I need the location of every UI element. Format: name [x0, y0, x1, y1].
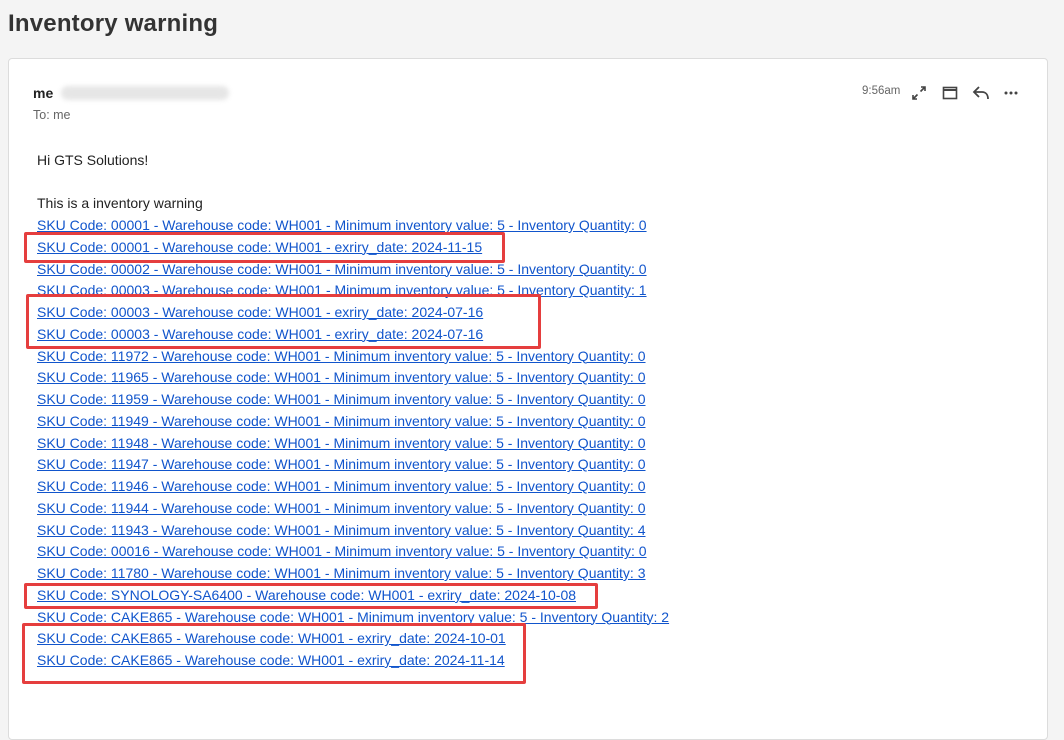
list-item: SKU Code: 11959 - Warehouse code: WH001 … — [37, 389, 669, 411]
inventory-link[interactable]: SKU Code: 11959 - Warehouse code: WH001 … — [37, 391, 646, 407]
inventory-link[interactable]: SKU Code: 00001 - Warehouse code: WH001 … — [37, 239, 482, 255]
inventory-link[interactable]: SKU Code: CAKE865 - Warehouse code: WH00… — [37, 652, 505, 668]
list-item: SKU Code: 00016 - Warehouse code: WH001 … — [37, 541, 669, 563]
inventory-link[interactable]: SKU Code: 11949 - Warehouse code: WH001 … — [37, 413, 646, 429]
inventory-link[interactable]: SKU Code: 11780 - Warehouse code: WH001 … — [37, 565, 646, 581]
inventory-link[interactable]: SKU Code: 11947 - Warehouse code: WH001 … — [37, 456, 646, 472]
inventory-link[interactable]: SKU Code: 00002 - Warehouse code: WH001 … — [37, 261, 647, 277]
inventory-link[interactable]: SKU Code: 11965 - Warehouse code: WH001 … — [37, 369, 646, 385]
list-item: SKU Code: 00003 - Warehouse code: WH001 … — [37, 324, 669, 346]
list-item: SKU Code: 11946 - Warehouse code: WH001 … — [37, 476, 669, 498]
email-greeting: Hi GTS Solutions! — [37, 152, 149, 168]
inventory-link[interactable]: SKU Code: 11946 - Warehouse code: WH001 … — [37, 478, 646, 494]
list-item: SKU Code: 00003 - Warehouse code: WH001 … — [37, 302, 669, 324]
inventory-warning-list: SKU Code: 00001 - Warehouse code: WH001 … — [37, 215, 669, 672]
inventory-link[interactable]: SKU Code: 00003 - Warehouse code: WH001 … — [37, 304, 483, 320]
inventory-link[interactable]: SKU Code: 00001 - Warehouse code: WH001 … — [37, 217, 647, 233]
list-item: SKU Code: CAKE865 - Warehouse code: WH00… — [37, 650, 669, 672]
inventory-link[interactable]: SKU Code: 00016 - Warehouse code: WH001 … — [37, 543, 647, 559]
list-item: SKU Code: 11948 - Warehouse code: WH001 … — [37, 433, 669, 455]
list-item: SKU Code: CAKE865 - Warehouse code: WH00… — [37, 628, 669, 650]
list-item: SKU Code: 11972 - Warehouse code: WH001 … — [37, 346, 669, 368]
list-item: SKU Code: 11965 - Warehouse code: WH001 … — [37, 367, 669, 389]
list-item: SKU Code: 00001 - Warehouse code: WH001 … — [37, 215, 669, 237]
sender-name[interactable]: me — [33, 85, 53, 101]
page-title: Inventory warning — [8, 10, 219, 37]
list-item: SKU Code: 00002 - Warehouse code: WH001 … — [37, 259, 669, 281]
inventory-link[interactable]: SKU Code: SYNOLOGY-SA6400 - Warehouse co… — [37, 587, 576, 603]
sender-email-redacted — [61, 86, 229, 100]
popout-window-icon[interactable] — [940, 83, 960, 103]
recipient-line: To: me — [33, 108, 71, 122]
inventory-link[interactable]: SKU Code: 00003 - Warehouse code: WH001 … — [37, 326, 483, 342]
email-message: me To: me 9:56am Hi GTS Solutions! This … — [8, 58, 1048, 740]
list-item: SKU Code: 00001 - Warehouse code: WH001 … — [37, 237, 669, 259]
list-item: SKU Code: CAKE865 - Warehouse code: WH00… — [37, 607, 669, 629]
list-item: SKU Code: 11780 - Warehouse code: WH001 … — [37, 563, 669, 585]
list-item: SKU Code: 11943 - Warehouse code: WH001 … — [37, 520, 669, 542]
message-time: 9:56am — [862, 85, 901, 97]
inventory-link[interactable]: SKU Code: 00003 - Warehouse code: WH001 … — [37, 282, 647, 298]
inventory-link[interactable]: SKU Code: CAKE865 - Warehouse code: WH00… — [37, 630, 506, 646]
list-item: SKU Code: 11947 - Warehouse code: WH001 … — [37, 454, 669, 476]
inventory-link[interactable]: SKU Code: 11972 - Warehouse code: WH001 … — [37, 348, 646, 364]
list-item: SKU Code: 11949 - Warehouse code: WH001 … — [37, 411, 669, 433]
list-item: SKU Code: 11944 - Warehouse code: WH001 … — [37, 498, 669, 520]
inventory-link[interactable]: SKU Code: CAKE865 - Warehouse code: WH00… — [37, 609, 669, 625]
inventory-link[interactable]: SKU Code: 11943 - Warehouse code: WH001 … — [37, 522, 646, 538]
more-options-icon[interactable] — [1001, 83, 1021, 103]
list-item: SKU Code: 00003 - Warehouse code: WH001 … — [37, 280, 669, 302]
expand-icon[interactable] — [909, 83, 929, 103]
inventory-link[interactable]: SKU Code: 11944 - Warehouse code: WH001 … — [37, 500, 646, 516]
reply-icon[interactable] — [971, 83, 991, 103]
email-intro: This is a inventory warning — [37, 195, 203, 211]
inventory-link[interactable]: SKU Code: 11948 - Warehouse code: WH001 … — [37, 435, 646, 451]
list-item: SKU Code: SYNOLOGY-SA6400 - Warehouse co… — [37, 585, 669, 607]
